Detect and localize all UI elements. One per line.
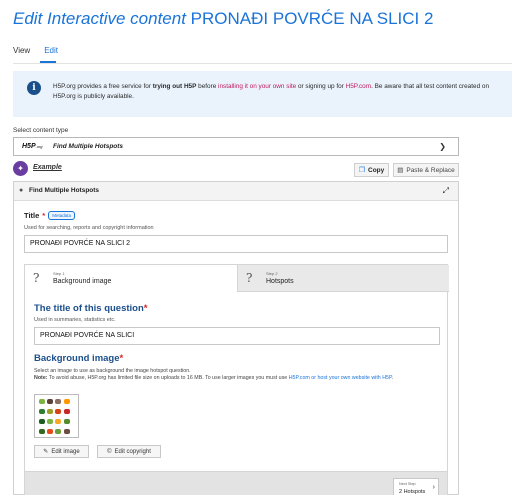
edit-copyright-button[interactable]: © Edit copyright (97, 445, 161, 458)
metadata-button[interactable]: Metadata (48, 211, 75, 220)
question-title-label: The title of this question* (34, 303, 147, 314)
edit-copyright-label: Edit copyright (114, 448, 151, 455)
tab-view[interactable]: View (13, 46, 30, 55)
background-image-text: Background image (34, 353, 120, 364)
title-input[interactable]: PRONAĐI POVRĆE NA SLICI 2 (24, 235, 448, 253)
step-number: Step 1 (53, 271, 65, 276)
bg-desc-end: . (391, 374, 394, 381)
note-label: Note: (34, 374, 48, 381)
background-image-thumbnail[interactable] (34, 394, 79, 438)
question-mark-icon: ? (246, 271, 253, 285)
paste-label: Paste & Replace (406, 166, 455, 174)
step-name: Background image (53, 278, 112, 285)
info-icon: i (27, 81, 41, 95)
clipboard-icon: ▤ (397, 167, 404, 174)
paste-replace-button[interactable]: ▤ Paste & Replace (393, 163, 459, 177)
title-label-text: Title (24, 211, 40, 220)
info-text: H5P.org provides a free service for tryi… (53, 82, 503, 102)
editor-panel: ● Find Multiple Hotspots ⤢ Title * Metada… (13, 181, 459, 495)
step-background-image[interactable]: ? Step 1 Background image (25, 265, 237, 292)
example-row: ✦ Example ❐ Copy ▤ Paste & Replace (13, 161, 459, 179)
content-type-select[interactable]: H5P.org Find Multiple Hotspots ❯ (13, 137, 459, 156)
pencil-icon: ✎ (43, 449, 49, 455)
example-icon: ✦ (13, 161, 28, 176)
editor-header-title: Find Multiple Hotspots (29, 187, 100, 194)
edit-image-button[interactable]: ✎ Edit image (34, 445, 89, 458)
editor-header: ● Find Multiple Hotspots ⤢ (14, 182, 458, 201)
install-link[interactable]: installing it on your own site (218, 83, 296, 90)
info-text-part: before (196, 83, 219, 90)
question-title-text: The title of this question (34, 303, 144, 314)
h5p-com-host-link[interactable]: H5P.com or host your own website with H5… (289, 375, 392, 381)
info-banner: i H5P.org provides a free service for tr… (13, 71, 512, 117)
info-text-bold: trying out H5P (152, 83, 197, 90)
question-title-description: Used in summaries, statistics etc. (34, 317, 116, 323)
h5p-logo-sub: .org (35, 144, 43, 149)
next-step-button[interactable]: Next Step 2 Hotspots › (393, 478, 439, 495)
background-image-label: Background image* (34, 353, 123, 364)
required-asterisk: * (42, 211, 46, 220)
next-step-label: Next Step (399, 482, 416, 486)
required-asterisk: * (143, 303, 148, 314)
copyright-icon: © (107, 448, 112, 455)
background-image-description: Select an image to use as background the… (34, 368, 440, 382)
copy-icon: ❐ (358, 167, 366, 174)
tab-edit-underline (40, 61, 56, 63)
page-title-prefix: Edit Interactive content (13, 9, 186, 28)
title-description: Used for searching, reports and copyrigh… (24, 225, 154, 231)
content-type-selected: Find Multiple Hotspots (53, 143, 124, 150)
page-title: Edit Interactive content PRONAĐI POVRĆE … (13, 9, 433, 29)
hotspot-icon: ● (19, 187, 24, 194)
copy-button[interactable]: ❐ Copy (354, 163, 389, 177)
bg-desc-line: Select an image to use as background the… (34, 368, 191, 374)
info-text-part: H5P.org provides a free service for (53, 83, 153, 90)
content-type-label: Select content type (13, 127, 69, 134)
question-mark-icon: ? (33, 271, 40, 285)
view-edit-tabs: View Edit (13, 46, 58, 55)
info-text-part: or signing up for (296, 83, 346, 90)
tabs-divider (13, 63, 512, 64)
h5p-logo: H5P.org (22, 143, 43, 150)
edit-image-label: Edit image (51, 448, 80, 455)
chevron-down-icon: ❯ (439, 142, 446, 151)
tab-edit[interactable]: Edit (44, 46, 58, 55)
required-asterisk: * (119, 353, 124, 364)
bg-desc-note: To avoid abuse, H5P.org has limited file… (47, 374, 289, 381)
example-link[interactable]: Example (33, 164, 62, 171)
wizard-footer: Next Step 2 Hotspots › (25, 471, 447, 495)
wizard: ? Step 1 Background image ? Step 2 Hotsp… (24, 264, 449, 495)
question-title-input[interactable]: PRONAĐI POVRĆE NA SLICI (34, 327, 440, 345)
h5p-logo-text: H5P (22, 143, 36, 150)
step-number: Step 2 (266, 271, 278, 276)
h5p-com-link[interactable]: H5P.com (346, 83, 371, 90)
page-title-content-name: PRONAĐI POVRĆE NA SLICI 2 (190, 9, 434, 28)
expand-icon[interactable]: ⤢ (443, 186, 449, 196)
title-label: Title * Metadata (24, 211, 75, 220)
next-step-value: 2 Hotspots (399, 489, 426, 495)
copy-label: Copy (368, 166, 385, 174)
step-name: Hotspots (266, 278, 294, 285)
step-hotspots[interactable]: ? Step 2 Hotspots (237, 265, 449, 292)
chevron-right-icon: › (432, 484, 435, 491)
